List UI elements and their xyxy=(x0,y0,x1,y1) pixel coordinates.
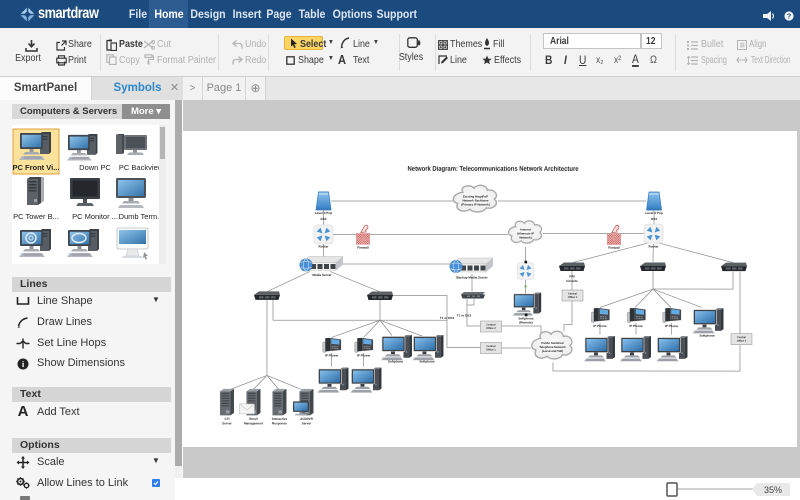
svg-text:Office 1: Office 1 xyxy=(486,348,496,351)
svg-text:Router: Router xyxy=(649,245,660,249)
svg-text:Email: Email xyxy=(249,417,257,421)
svg-text:Office 1: Office 1 xyxy=(568,296,578,299)
svg-text:IP Phone: IP Phone xyxy=(629,324,642,328)
svg-text:DS3: DS3 xyxy=(321,217,327,221)
svg-text:35%: 35% xyxy=(764,485,782,495)
svg-text:Firewall: Firewall xyxy=(357,246,369,250)
svg-text:DS3: DS3 xyxy=(651,217,657,221)
svg-text:Router: Router xyxy=(319,244,330,248)
svg-text:?: ? xyxy=(787,12,792,21)
svg-text:IP Phone: IP Phone xyxy=(593,324,606,328)
svg-text:Softphone: Softphone xyxy=(699,334,715,338)
svg-text:(Remote): (Remote) xyxy=(519,321,532,325)
svg-text:IP Phone: IP Phone xyxy=(665,324,678,328)
svg-text:Level 3 Pop: Level 3 Pop xyxy=(645,211,662,215)
svg-text:Office 2: Office 2 xyxy=(737,340,747,343)
svg-text:Media Server: Media Server xyxy=(312,273,332,277)
svg-text:Network): Network) xyxy=(519,236,531,240)
svg-text:T1 or DS3: T1 or DS3 xyxy=(440,316,455,320)
svg-text:Management: Management xyxy=(244,421,263,425)
svg-text:T1 or DS3: T1 or DS3 xyxy=(457,313,472,317)
svg-text:(Primary IP Network): (Primary IP Network) xyxy=(461,202,489,206)
svg-text:Backup Media Server: Backup Media Server xyxy=(456,275,488,279)
svg-text:Server: Server xyxy=(222,421,232,425)
svg-text:Server: Server xyxy=(302,421,312,425)
svg-text:Network Diagram: Telecommunica: Network Diagram: Telecommunications Netw… xyxy=(408,166,579,173)
svg-text:Circuits: Circuits xyxy=(566,279,578,283)
svg-text:IP Phone: IP Phone xyxy=(357,353,370,357)
svg-text:Firewall: Firewall xyxy=(608,246,620,250)
svg-text:Level 3 Pop: Level 3 Pop xyxy=(315,211,332,215)
svg-text:IP Phone: IP Phone xyxy=(325,353,338,357)
svg-text:Office 2: Office 2 xyxy=(486,327,496,330)
svg-text:ACD/IVR: ACD/IVR xyxy=(300,417,313,421)
svg-text:Response: Response xyxy=(272,421,287,425)
svg-text:(Local and Toll): (Local and Toll) xyxy=(542,349,563,353)
svg-text:Softphone: Softphone xyxy=(419,359,435,363)
svg-text:PRI: PRI xyxy=(569,275,574,279)
svg-text:CTI: CTI xyxy=(224,417,229,421)
svg-text:Softphone: Softphone xyxy=(388,359,404,363)
svg-text:Interactive: Interactive xyxy=(272,417,288,421)
